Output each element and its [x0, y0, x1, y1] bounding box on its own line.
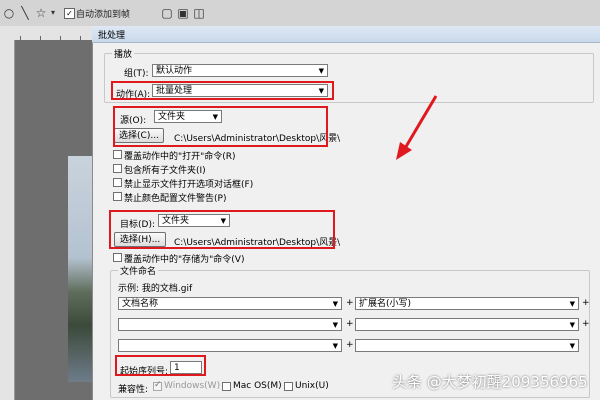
suppress-open-dialog-checkbox[interactable] [113, 178, 122, 187]
plus-sign: + [346, 340, 354, 350]
source-highlight-box [113, 106, 328, 147]
group-select[interactable]: 默认动作 ▼ [152, 64, 328, 77]
plus-sign: + [582, 319, 590, 329]
app-toolbar: ○ ╲ ☆ ▾ ✓ 自动添加到帧 ▢ ▣ ◫ [0, 0, 600, 27]
naming-row1-right-value: 扩展名(小写) [359, 299, 412, 309]
layer-op-icon-3[interactable]: ◫ [192, 6, 206, 20]
destination-highlight-box [109, 210, 335, 249]
landscape-photo [68, 156, 92, 382]
watermark-text: 头条 @大梦初醒209356965 [392, 373, 588, 391]
start-serial-highlight-box [115, 355, 206, 376]
override-save-checkbox[interactable] [113, 253, 122, 262]
ellipse-tool-icon[interactable]: ○ [2, 6, 16, 20]
auto-add-label: 自动添加到帧 [76, 10, 131, 20]
naming-row1-right-select[interactable]: 扩展名(小写) ▼ [355, 297, 579, 310]
compat-label: 兼容性: [118, 385, 149, 395]
override-open-label: 覆盖动作中的"打开"命令(R) [124, 152, 236, 162]
naming-row2-left-select[interactable]: ▼ [118, 318, 342, 331]
group-value: 默认动作 [156, 66, 193, 76]
plus-sign: + [582, 298, 590, 308]
group-label: 组(T): [124, 69, 149, 79]
chevron-down-icon[interactable]: ▾ [46, 6, 60, 20]
naming-row2-right-select[interactable]: ▼ [355, 318, 579, 331]
play-legend: 播放 [112, 47, 135, 60]
dialog-titlebar[interactable]: 批处理 [92, 26, 600, 43]
naming-row3-left-select[interactable]: ▼ [118, 339, 342, 352]
vertical-ruler [0, 40, 15, 400]
arrow-shaft [402, 95, 438, 151]
compat-unix-checkbox[interactable] [284, 382, 293, 391]
chevron-down-icon: ▼ [332, 342, 338, 350]
compat-windows-label: Windows(W) [164, 381, 221, 391]
compat-mac-label: Mac OS(M) [233, 381, 282, 391]
naming-row1-left-select[interactable]: 文档名称 ▼ [118, 297, 342, 310]
horizontal-ruler [0, 26, 92, 41]
auto-add-checkbox[interactable]: ✓ [64, 8, 75, 19]
chevron-down-icon: ▼ [332, 321, 338, 329]
layer-op-icon-1[interactable]: ▢ [160, 6, 174, 20]
dialog-title: 批处理 [98, 31, 126, 41]
naming-example: 示例: 我的文档.gif [118, 284, 193, 294]
plus-sign: + [346, 319, 354, 329]
action-highlight-box [111, 81, 334, 100]
chevron-down-icon: ▼ [332, 300, 338, 308]
chevron-down-icon: ▼ [569, 342, 575, 350]
override-open-checkbox[interactable] [113, 150, 122, 159]
red-arrow-annotation [396, 95, 438, 160]
chevron-down-icon: ▼ [318, 67, 324, 75]
suppress-open-dialog-label: 禁止显示文件打开选项对话框(F) [124, 180, 254, 190]
compat-windows-checkbox[interactable] [153, 380, 162, 391]
naming-row1-left-value: 文档名称 [122, 299, 159, 309]
chevron-down-icon: ▼ [569, 321, 575, 329]
compat-unix-label: Unix(U) [295, 381, 329, 391]
include-subfolders-checkbox[interactable] [113, 164, 122, 173]
suppress-color-warning-label: 禁止颜色配置文件警告(P) [124, 194, 227, 204]
chevron-down-icon: ▼ [569, 300, 575, 308]
arrow-head [396, 142, 412, 160]
plus-sign: + [346, 298, 354, 308]
suppress-color-warning-checkbox[interactable] [113, 192, 122, 201]
include-subfolders-label: 包含所有子文件夹(I) [124, 166, 206, 176]
layer-op-icon-2[interactable]: ▣ [176, 6, 190, 20]
naming-row3-right-select[interactable]: ▼ [355, 339, 579, 352]
line-tool-icon[interactable]: ╲ [18, 6, 32, 20]
compat-mac-checkbox[interactable] [222, 382, 231, 391]
file-naming-legend: 文件命名 [118, 264, 159, 277]
